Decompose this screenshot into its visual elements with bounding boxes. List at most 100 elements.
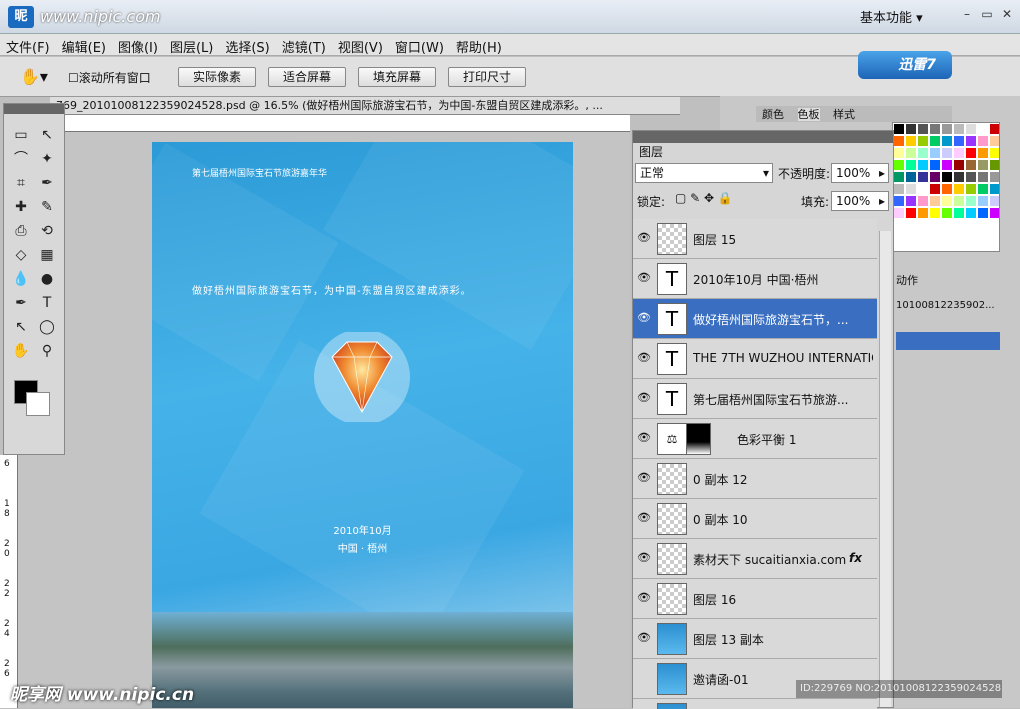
swatch[interactable] [965,135,977,147]
path-select-icon[interactable]: ↖ [10,316,32,338]
layer-row[interactable]: 👁 0 副本 12 [633,459,877,499]
swatch[interactable] [977,183,989,195]
opacity-input[interactable]: 100% ▸ [831,163,889,183]
swatch[interactable] [905,159,917,171]
menu-item[interactable]: 选择(S) [219,34,275,59]
lasso-icon[interactable]: ⌒ [10,148,32,170]
layer-mask[interactable] [683,423,711,455]
eyedropper-icon[interactable]: ✒ [36,172,58,194]
hand-icon[interactable]: ✋ [10,340,32,362]
swatch[interactable] [989,183,999,195]
swatch[interactable] [929,123,941,135]
menu-item[interactable]: 图像(I) [112,34,164,59]
eye-icon[interactable]: 👁 [635,591,653,607]
swatch[interactable] [965,159,977,171]
swatch[interactable] [905,123,917,135]
swatch[interactable] [893,147,905,159]
menu-item[interactable]: 文件(F) [0,34,56,59]
crop-icon[interactable]: ⌗ [10,172,32,194]
swatch[interactable] [917,123,929,135]
swatch[interactable] [929,183,941,195]
swatch[interactable] [941,183,953,195]
eye-icon[interactable]: 👁 [635,311,653,327]
zoom-icon[interactable]: ⚲ [36,340,58,362]
document-canvas[interactable]: 第七届梧州国际宝石节旅游嘉年华 做好梧州国际旅游宝石节，为中国-东盟自贸区建成添… [152,142,573,708]
swatch[interactable] [893,195,905,207]
swatch[interactable] [965,123,977,135]
background-color[interactable] [26,392,50,416]
lock-icons[interactable]: ▢ ✎ ✥ 🔒 [675,191,733,205]
swatch[interactable] [929,147,941,159]
blend-mode-select[interactable]: 正常 ▾ [635,163,773,183]
document-tab[interactable]: 769_20101008122359024528.psd @ 16.5% (做好… [50,97,680,115]
swatch[interactable] [989,123,999,135]
swatch[interactable] [953,135,965,147]
eye-icon[interactable]: 👁 [635,351,653,367]
close-button[interactable]: ✕ [998,7,1016,23]
eye-icon[interactable]: 👁 [635,391,653,407]
swatch[interactable] [929,207,941,219]
blur-icon[interactable]: 💧 [10,268,32,290]
layer-row[interactable]: 👁 0 副本 10 [633,499,877,539]
eye-icon[interactable]: 👁 [635,511,653,527]
swatch[interactable] [953,147,965,159]
swatch[interactable] [989,195,999,207]
layer-row[interactable]: 👁 ⚖ 色彩平衡 1 [633,419,877,459]
eye-icon[interactable]: 👁 [635,471,653,487]
fill-screen-button[interactable]: 填充屏幕 [358,67,436,87]
swatch[interactable] [941,123,953,135]
layer-row[interactable]: 👁 T 第七届梧州国际宝石节旅游... [633,379,877,419]
toolbox-grip[interactable] [4,104,64,114]
layer-row[interactable]: 👁 T 做好梧州国际旅游宝石节，... [633,299,877,339]
swatch[interactable] [941,135,953,147]
tab-styles[interactable]: 样式 [833,108,855,121]
fit-screen-button[interactable]: 适合屏幕 [268,67,346,87]
menu-item[interactable]: 滤镜(T) [276,34,332,59]
swatch[interactable] [917,207,929,219]
swatch[interactable] [953,123,965,135]
swatch[interactable] [905,171,917,183]
gradient-icon[interactable]: ▦ [36,244,58,266]
swatch[interactable] [965,207,977,219]
pen-icon[interactable]: ✒ [10,292,32,314]
swatch[interactable] [905,183,917,195]
swatch[interactable] [905,195,917,207]
swatch[interactable] [977,123,989,135]
fx-icon[interactable]: fx [849,551,862,565]
eye-icon[interactable]: 👁 [635,631,653,647]
move-icon[interactable]: ↖ [36,124,58,146]
menu-item[interactable]: 帮助(H) [450,34,508,59]
swatch[interactable] [989,135,999,147]
swatch[interactable] [941,159,953,171]
swatch[interactable] [989,159,999,171]
swatch[interactable] [893,171,905,183]
swatch[interactable] [941,147,953,159]
swatch[interactable] [905,147,917,159]
eye-icon[interactable] [635,671,653,687]
tab-actions[interactable]: 动作 [896,272,1020,287]
history-selected-row[interactable] [896,332,1000,350]
swatch[interactable] [977,159,989,171]
swatch[interactable] [977,135,989,147]
eye-icon[interactable]: 👁 [635,431,653,447]
eye-icon[interactable]: 👁 [635,551,653,567]
type-icon[interactable]: T [36,292,58,314]
workspace-mode-dropdown[interactable]: 基本功能 ▾ [860,7,923,26]
layer-row[interactable]: 👁 素材天下 sucaitianxia.com fx [633,539,877,579]
history-item[interactable]: 10100812235902... [896,300,1020,311]
swatches-grid[interactable] [892,122,1000,252]
swatch[interactable] [917,159,929,171]
layers-scrollbar[interactable] [879,231,891,707]
swatch[interactable] [953,195,965,207]
swatch[interactable] [917,171,929,183]
tab-swatches[interactable]: 色板 [797,108,820,121]
swatch[interactable] [929,135,941,147]
swatch[interactable] [929,195,941,207]
swatch[interactable] [989,147,999,159]
layer-row[interactable]: 👁 图层 15 [633,219,877,259]
swatch[interactable] [953,159,965,171]
swatch[interactable] [893,123,905,135]
swatch[interactable] [953,171,965,183]
swatch[interactable] [941,171,953,183]
swatch[interactable] [917,195,929,207]
